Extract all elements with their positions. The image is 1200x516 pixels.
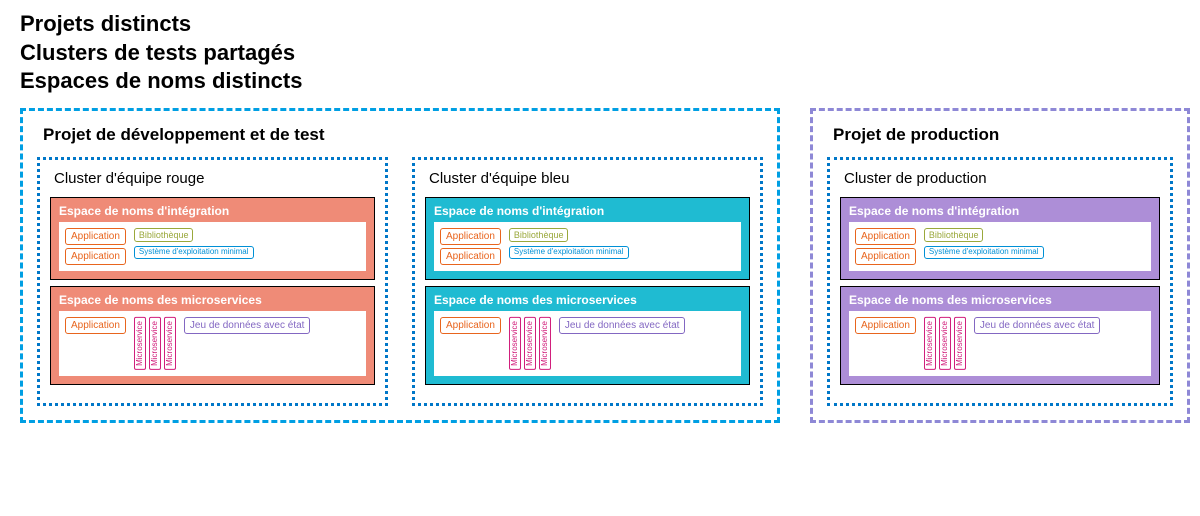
ns-integration-label: Espace de noms d'intégration (59, 204, 366, 218)
microservice-box: Microservice (924, 317, 936, 370)
ns-microservices-inner: Application Microservice Microservice Mi… (434, 311, 741, 376)
cluster-blue-title: Cluster d'équipe bleu (429, 170, 750, 187)
title-line-3: Espaces de noms distincts (20, 67, 1180, 96)
cluster-red: Cluster d'équipe rouge Espace de noms d'… (37, 157, 388, 406)
microservice-box: Microservice (509, 317, 521, 370)
ns-integration-inner: Application Application Bibliothèque Sys… (59, 222, 366, 271)
app-column: Application Application (440, 228, 501, 265)
application-box: Application (440, 248, 501, 265)
application-box: Application (855, 317, 916, 334)
dev-clusters-row: Cluster d'équipe rouge Espace de noms d'… (37, 157, 763, 406)
os-box: Système d'exploitation minimal (924, 246, 1044, 259)
cluster-red-title: Cluster d'équipe rouge (54, 170, 375, 187)
project-dev-title: Projet de développement et de test (43, 125, 763, 145)
ns-microservices-purple: Espace de noms des microservices Applica… (840, 286, 1160, 385)
microservice-box: Microservice (164, 317, 176, 370)
microservice-box: Microservice (134, 317, 146, 370)
application-box: Application (855, 228, 916, 245)
prod-clusters-row: Cluster de production Espace de noms d'i… (827, 157, 1173, 406)
right-column: Bibliothèque Système d'exploitation mini… (509, 228, 629, 259)
ns-microservices-teal: Espace de noms des microservices Applica… (425, 286, 750, 385)
library-box: Bibliothèque (134, 228, 194, 242)
app-column: Application Application (855, 228, 916, 265)
ns-microservices-inner: Application Microservice Microservice Mi… (59, 311, 366, 376)
dataset-box: Jeu de données avec état (184, 317, 311, 334)
microservice-box: Microservice (954, 317, 966, 370)
library-box: Bibliothèque (509, 228, 569, 242)
application-box: Application (65, 317, 126, 334)
microservice-row: Microservice Microservice Microservice (134, 317, 176, 370)
application-box: Application (65, 228, 126, 245)
project-prod: Projet de production Cluster de producti… (810, 108, 1190, 423)
ns-microservices-label: Espace de noms des microservices (59, 293, 366, 307)
ns-microservices-label: Espace de noms des microservices (434, 293, 741, 307)
microservice-row: Microservice Microservice Microservice (924, 317, 966, 370)
project-prod-title: Projet de production (833, 125, 1173, 145)
ns-microservices-inner: Application Microservice Microservice Mi… (849, 311, 1151, 376)
microservice-box: Microservice (539, 317, 551, 370)
microservice-row: Microservice Microservice Microservice (509, 317, 551, 370)
ns-integration-teal: Espace de noms d'intégration Application… (425, 197, 750, 280)
dataset-box: Jeu de données avec état (559, 317, 686, 334)
dataset-box: Jeu de données avec état (974, 317, 1101, 334)
os-box: Système d'exploitation minimal (509, 246, 629, 259)
ns-integration-label: Espace de noms d'intégration (849, 204, 1151, 218)
cluster-prod: Cluster de production Espace de noms d'i… (827, 157, 1173, 406)
right-column: Bibliothèque Système d'exploitation mini… (134, 228, 254, 259)
microservice-box: Microservice (939, 317, 951, 370)
microservice-box: Microservice (524, 317, 536, 370)
app-column: Application Application (65, 228, 126, 265)
library-box: Bibliothèque (924, 228, 984, 242)
os-box: Système d'exploitation minimal (134, 246, 254, 259)
application-box: Application (440, 317, 501, 334)
ns-integration-red: Espace de noms d'intégration Application… (50, 197, 375, 280)
ns-integration-inner: Application Application Bibliothèque Sys… (849, 222, 1151, 271)
ns-microservices-label: Espace de noms des microservices (849, 293, 1151, 307)
project-dev: Projet de développement et de test Clust… (20, 108, 780, 423)
ns-integration-label: Espace de noms d'intégration (434, 204, 741, 218)
ns-integration-inner: Application Application Bibliothèque Sys… (434, 222, 741, 271)
right-column: Bibliothèque Système d'exploitation mini… (924, 228, 1044, 259)
microservice-box: Microservice (149, 317, 161, 370)
cluster-blue: Cluster d'équipe bleu Espace de noms d'i… (412, 157, 763, 406)
cluster-prod-title: Cluster de production (844, 170, 1160, 187)
ns-microservices-red: Espace de noms des microservices Applica… (50, 286, 375, 385)
application-box: Application (855, 248, 916, 265)
application-box: Application (65, 248, 126, 265)
title-line-1: Projets distincts (20, 10, 1180, 39)
title-line-2: Clusters de tests partagés (20, 39, 1180, 68)
diagram-title-block: Projets distincts Clusters de tests part… (20, 10, 1180, 96)
ns-integration-purple: Espace de noms d'intégration Application… (840, 197, 1160, 280)
projects-row: Projet de développement et de test Clust… (20, 108, 1180, 423)
application-box: Application (440, 228, 501, 245)
